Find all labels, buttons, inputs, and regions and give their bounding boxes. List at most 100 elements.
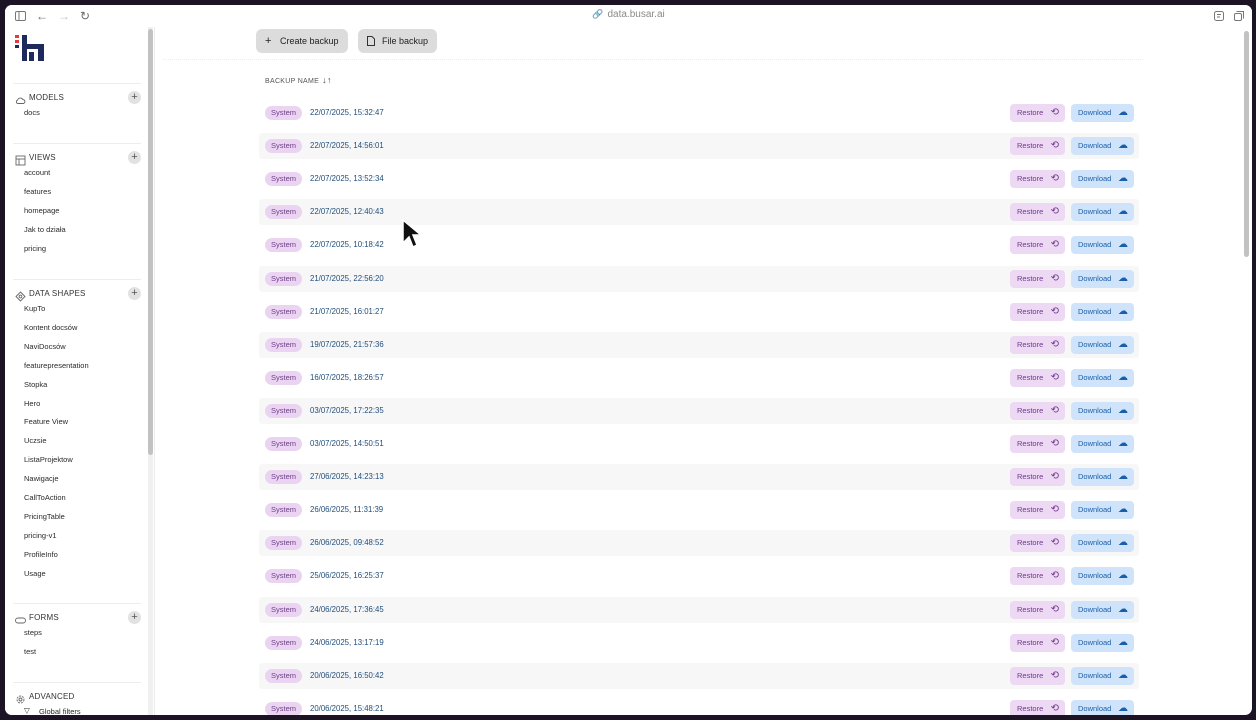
- sort-icon[interactable]: ↓↑: [322, 75, 332, 85]
- create-backup-button[interactable]: + Create backup: [256, 29, 348, 53]
- sidebar-item-homepage[interactable]: homepage: [24, 206, 59, 215]
- download-button[interactable]: Download ☁: [1071, 104, 1134, 122]
- sidebar-item-listaprojektow[interactable]: ListaProjektow: [24, 455, 73, 464]
- sidebar-item-uczsie[interactable]: Uczsie: [24, 436, 47, 445]
- download-button[interactable]: Download ☁: [1071, 302, 1134, 321]
- backup-row: System 21/07/2025, 22:56:20 Restore ⟲ Downlo…: [259, 265, 1139, 292]
- restore-button[interactable]: Restore ⟲: [1010, 137, 1065, 156]
- sidebar-item-hero[interactable]: Hero: [24, 399, 40, 408]
- sidebar-item-nawigacje[interactable]: Nawigacje: [24, 474, 59, 483]
- download-label: Download: [1078, 703, 1112, 713]
- sidebar-section-advanced[interactable]: ADVANCED: [13, 690, 141, 706]
- sidebar-section-data-shapes[interactable]: DATA SHAPES +: [13, 287, 141, 303]
- sidebar-section-models[interactable]: MODELS +: [13, 91, 141, 107]
- sidebar-section-views[interactable]: VIEWS +: [13, 151, 141, 167]
- sidebar-item-pricingtable[interactable]: PricingTable: [24, 512, 65, 521]
- source-badge: System: [265, 635, 303, 650]
- sidebar-section-title: ADVANCED: [29, 692, 75, 701]
- sidebar-item-features[interactable]: features: [24, 187, 51, 196]
- add-data-shapes-button[interactable]: +: [128, 287, 141, 300]
- download-button[interactable]: Download ☁: [1071, 203, 1134, 222]
- layout-icon: [15, 153, 26, 166]
- address-bar[interactable]: 🔗 data.busar.ai: [5, 9, 1252, 20]
- sidebar-section-forms[interactable]: FORMS +: [13, 611, 141, 627]
- backup-timestamp: 19/07/2025, 21:57:36: [310, 339, 384, 349]
- sidebar-scrollbar-thumb[interactable]: [148, 29, 153, 455]
- backup-row: System 24/06/2025, 13:17:19 Restore ⟲ Downlo…: [259, 630, 1139, 656]
- add-models-button[interactable]: +: [128, 91, 141, 104]
- download-button[interactable]: Download ☁: [1071, 567, 1134, 586]
- sidebar-item-test[interactable]: test: [24, 647, 36, 656]
- extension-icon[interactable]: [1211, 8, 1227, 24]
- restore-button[interactable]: Restore ⟲: [1010, 468, 1065, 487]
- sidebar-item-pricing-v1[interactable]: pricing-v1: [24, 531, 57, 540]
- download-button[interactable]: Download ☁: [1071, 435, 1134, 453]
- backup-row: System 19/07/2025, 21:57:36 Restore ⟲ Downlo…: [259, 331, 1139, 358]
- download-button[interactable]: Download ☁: [1071, 699, 1134, 715]
- sidebar-item-pricing[interactable]: pricing: [24, 244, 46, 253]
- sidebar-item-jak-to-dzia-a[interactable]: Jak to działa: [24, 225, 66, 234]
- restore-button[interactable]: Restore ⟲: [1010, 534, 1065, 553]
- download-button[interactable]: Download ☁: [1071, 335, 1134, 354]
- cloud-download-icon: ☁: [1118, 404, 1128, 416]
- restore-button[interactable]: Restore ⟲: [1010, 269, 1065, 288]
- restore-button[interactable]: Restore ⟲: [1010, 170, 1065, 189]
- restore-button[interactable]: Restore ⟲: [1010, 567, 1065, 586]
- download-button[interactable]: Download ☁: [1071, 633, 1134, 652]
- download-button[interactable]: Download ☁: [1071, 666, 1134, 685]
- restore-button[interactable]: Restore ⟲: [1010, 401, 1065, 420]
- add-forms-button[interactable]: +: [128, 611, 141, 624]
- sidebar-section-title: MODELS: [29, 93, 64, 102]
- restore-button[interactable]: Restore ⟲: [1010, 104, 1065, 122]
- download-button[interactable]: Download ☁: [1071, 368, 1134, 387]
- sidebar-item-feature-view[interactable]: Feature View: [24, 417, 68, 426]
- restore-label: Restore: [1017, 372, 1044, 382]
- sidebar-item-global-filters[interactable]: Global filters: [39, 707, 81, 715]
- restore-button[interactable]: Restore ⟲: [1010, 666, 1065, 685]
- download-button[interactable]: Download ☁: [1071, 501, 1134, 520]
- sidebar-item-steps[interactable]: steps: [24, 628, 42, 637]
- sidebar-item-featurepresentation[interactable]: featurepresentation: [24, 361, 89, 370]
- restore-button[interactable]: Restore ⟲: [1010, 633, 1065, 652]
- sidebar-item-stopka[interactable]: Stopka: [24, 380, 47, 389]
- download-button[interactable]: Download ☁: [1071, 401, 1134, 420]
- download-button[interactable]: Download ☁: [1071, 269, 1134, 288]
- main-scrollbar-thumb[interactable]: [1244, 31, 1249, 257]
- column-header-backup-name[interactable]: BACKUP NAME ↓↑: [265, 75, 332, 85]
- download-button[interactable]: Download ☁: [1071, 600, 1134, 619]
- restore-button[interactable]: Restore ⟲: [1010, 368, 1065, 387]
- restore-button[interactable]: Restore ⟲: [1010, 302, 1065, 321]
- sidebar-item-navidocs-w[interactable]: NaviDocsów: [24, 342, 66, 351]
- download-button[interactable]: Download ☁: [1071, 534, 1134, 553]
- restore-button[interactable]: Restore ⟲: [1010, 501, 1065, 520]
- download-button[interactable]: Download ☁: [1071, 170, 1134, 189]
- restore-button[interactable]: Restore ⟲: [1010, 600, 1065, 619]
- backup-row: System 26/06/2025, 11:31:39 Restore ⟲ Downlo…: [259, 497, 1139, 523]
- restore-button[interactable]: Restore ⟲: [1010, 236, 1065, 255]
- restore-button[interactable]: Restore ⟲: [1010, 435, 1065, 453]
- restore-button[interactable]: Restore ⟲: [1010, 699, 1065, 715]
- sidebar-item-docs[interactable]: docs: [24, 108, 40, 117]
- sidebar-item-usage[interactable]: Usage: [24, 569, 46, 578]
- backup-row: System 25/06/2025, 16:25:37 Restore ⟲ Downlo…: [259, 563, 1139, 589]
- source-badge: System: [265, 470, 303, 485]
- add-views-button[interactable]: +: [128, 151, 141, 164]
- download-label: Download: [1078, 538, 1112, 548]
- download-button[interactable]: Download ☁: [1071, 468, 1134, 487]
- sidebar-item-kupto[interactable]: KupTo: [24, 304, 45, 313]
- sidebar-item-profileinfo[interactable]: ProfileInfo: [24, 550, 58, 559]
- restore-label: Restore: [1017, 240, 1044, 250]
- cloud-download-icon: ☁: [1118, 504, 1128, 516]
- tabs-overview-icon[interactable]: [1231, 8, 1247, 24]
- restore-button[interactable]: Restore ⟲: [1010, 335, 1065, 354]
- sidebar-item-account[interactable]: account: [24, 168, 50, 177]
- sidebar-item-kontent-docs-w[interactable]: Kontent docsów: [24, 323, 77, 332]
- download-button[interactable]: Download ☁: [1071, 236, 1134, 255]
- sidebar-item-calltoaction[interactable]: CallToAction: [24, 493, 66, 502]
- app-logo[interactable]: [15, 35, 45, 61]
- cloud-download-icon: ☁: [1118, 636, 1128, 648]
- source-badge: System: [265, 172, 303, 187]
- restore-button[interactable]: Restore ⟲: [1010, 203, 1065, 222]
- download-button[interactable]: Download ☁: [1071, 137, 1134, 156]
- file-backup-button[interactable]: File backup: [358, 29, 437, 53]
